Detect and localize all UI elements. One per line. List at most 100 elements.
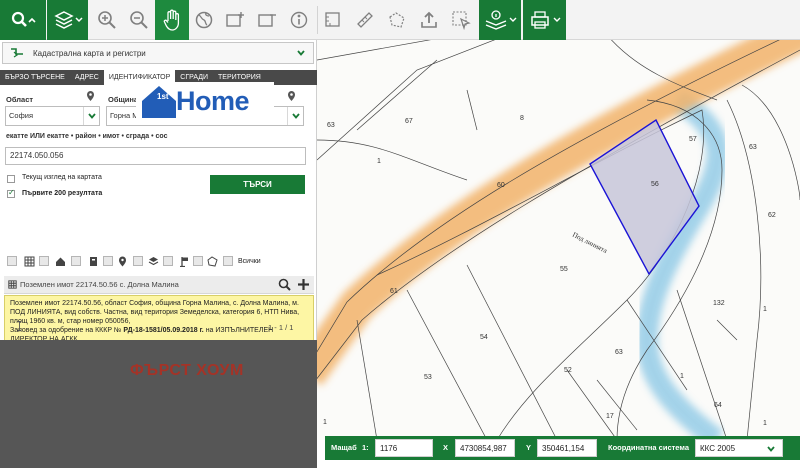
hand-pan-icon: [163, 9, 180, 31]
select-region-button[interactable]: [446, 0, 476, 40]
measure-ruler-icon: [357, 12, 373, 28]
location-pin-icon[interactable]: [86, 90, 95, 102]
oblast-select[interactable]: София: [5, 106, 100, 126]
layer-filter-checkbox[interactable]: [39, 256, 49, 266]
flag-icon[interactable]: [179, 256, 190, 267]
location-pin-icon[interactable]: [287, 90, 296, 102]
first-200-label: Първите 200 резултата: [22, 190, 103, 197]
plot-number: 1: [763, 306, 767, 313]
query-label: екатте ИЛИ екатте • район • имот • сград…: [6, 133, 168, 140]
plot-number: 1: [377, 158, 381, 165]
layers-icon[interactable]: [148, 256, 159, 267]
upload-button[interactable]: [414, 0, 444, 40]
chevron-down-icon: [83, 107, 99, 125]
parcel-order-text: Заповед за одобрение на КККР №: [10, 327, 122, 334]
result-header[interactable]: Поземлен имот 22174.50.56 с. Долна Малин…: [4, 276, 314, 294]
parcel-order-number: РД-18-1581/05.09.2018 г.: [123, 327, 204, 334]
layer-filter-checkbox[interactable]: [71, 256, 81, 266]
select-region-icon: [452, 11, 471, 30]
scale-label: Мащаб: [331, 443, 357, 452]
layer-filter-checkbox[interactable]: [133, 256, 143, 266]
cadastre-icon: [11, 48, 23, 58]
remove-region-button[interactable]: [252, 0, 282, 40]
identify-button[interactable]: [284, 0, 314, 40]
layer-select-value: Кадастрална карта и регистри: [33, 48, 146, 58]
map-status-bar: Мащаб 1: 1176 X 4730854,987 Y 350461,154…: [325, 436, 800, 460]
plot-number: 53: [424, 374, 432, 381]
y-coordinate: 350461,154: [537, 439, 597, 457]
zoom-in-button[interactable]: [92, 0, 122, 40]
grid-icon[interactable]: [24, 256, 35, 267]
current-view-checkbox[interactable]: [7, 175, 15, 183]
parcel-info-text: Поземлен имот 22174.50.56, област София,…: [10, 300, 300, 325]
first-200-checkbox[interactable]: [7, 188, 15, 198]
brand-logo: 1st Home: [136, 82, 274, 122]
identifier-input[interactable]: 22174.050.056: [5, 147, 306, 165]
layer-filter-checkbox[interactable]: [163, 256, 173, 266]
zoom-in-icon: [98, 11, 116, 29]
plot-number: 57: [689, 136, 697, 143]
layers-settings-icon: [485, 10, 517, 30]
search-icon: [11, 11, 36, 27]
search-icon[interactable]: [278, 278, 291, 291]
watermark-text: ФЪРСТ ХОУМ: [130, 362, 244, 379]
crs-label: Координатна система: [608, 443, 689, 452]
layer-filter-checkbox[interactable]: [7, 256, 17, 266]
draw-polygon-button[interactable]: [382, 0, 412, 40]
zoom-out-icon: [130, 11, 148, 29]
search-button[interactable]: ТЪРСИ: [210, 175, 305, 194]
add-region-button[interactable]: [220, 0, 250, 40]
pan-tool-button[interactable]: [155, 0, 189, 40]
plot-number: 8: [520, 115, 524, 122]
map-toolbar: [0, 0, 800, 40]
plot-number: 52: [564, 367, 572, 374]
obshtina-label: Община: [108, 95, 139, 104]
chevron-down-icon: [767, 446, 775, 452]
search-tool-button[interactable]: [0, 0, 46, 40]
scale-prefix: 1:: [362, 443, 369, 452]
plot-number: 17: [606, 413, 614, 420]
plot-number: 56: [651, 181, 659, 188]
chevron-down-icon: [287, 107, 303, 125]
info-icon: [290, 11, 308, 29]
scale-input[interactable]: 1176: [375, 439, 433, 457]
add-icon[interactable]: [297, 278, 310, 291]
layer-select[interactable]: Кадастрална карта и регистри: [2, 42, 314, 64]
oblast-select-value: София: [9, 111, 34, 120]
current-view-label: Текущ изглед на картата: [22, 174, 102, 181]
house-icon[interactable]: [55, 256, 66, 267]
location-pin-icon[interactable]: [117, 256, 128, 267]
tab-quick-search[interactable]: БЪРЗО ТЪРСЕНЕ: [0, 70, 70, 85]
all-layers-checkbox[interactable]: [223, 256, 233, 266]
result-title: Поземлен имот 22174.50.56 с. Долна Малин…: [20, 280, 179, 289]
panel-footer: [0, 340, 317, 468]
layers-tool-button[interactable]: [47, 0, 88, 40]
polygon-icon[interactable]: [207, 256, 218, 267]
text-cursor-icon: [17, 321, 22, 331]
globe-button[interactable]: [190, 0, 218, 40]
x-coordinate: 4730854,987: [455, 439, 515, 457]
plot-number: 62: [768, 212, 776, 219]
building-icon[interactable]: [88, 256, 99, 267]
globe-icon: [195, 11, 213, 29]
measure-distance-button[interactable]: [350, 0, 380, 40]
map-canvas[interactable]: Под линията 63 67 8 1 57 63 56 60 62 55 …: [317, 40, 800, 440]
zoom-out-button[interactable]: [124, 0, 154, 40]
print-button[interactable]: [523, 0, 566, 40]
layer-filter-checkbox[interactable]: [193, 256, 203, 266]
plot-number: 61: [390, 288, 398, 295]
all-layers-label: Всички: [238, 258, 261, 265]
plot-number: 63: [749, 144, 757, 151]
layer-settings-button[interactable]: [479, 0, 521, 40]
crs-select[interactable]: ККС 2005: [695, 439, 783, 457]
layer-filter-checkbox[interactable]: [103, 256, 113, 266]
plot-number: 1: [763, 420, 767, 427]
y-label: Y: [526, 443, 532, 452]
plot-number: 60: [497, 182, 505, 189]
chevron-down-icon: [297, 50, 305, 56]
measure-area-button[interactable]: [318, 0, 348, 40]
plot-number: 67: [405, 118, 413, 125]
tab-address[interactable]: АДРЕС: [70, 70, 104, 85]
remove-region-icon: [258, 14, 276, 27]
crs-select-value: ККС 2005: [700, 444, 736, 453]
